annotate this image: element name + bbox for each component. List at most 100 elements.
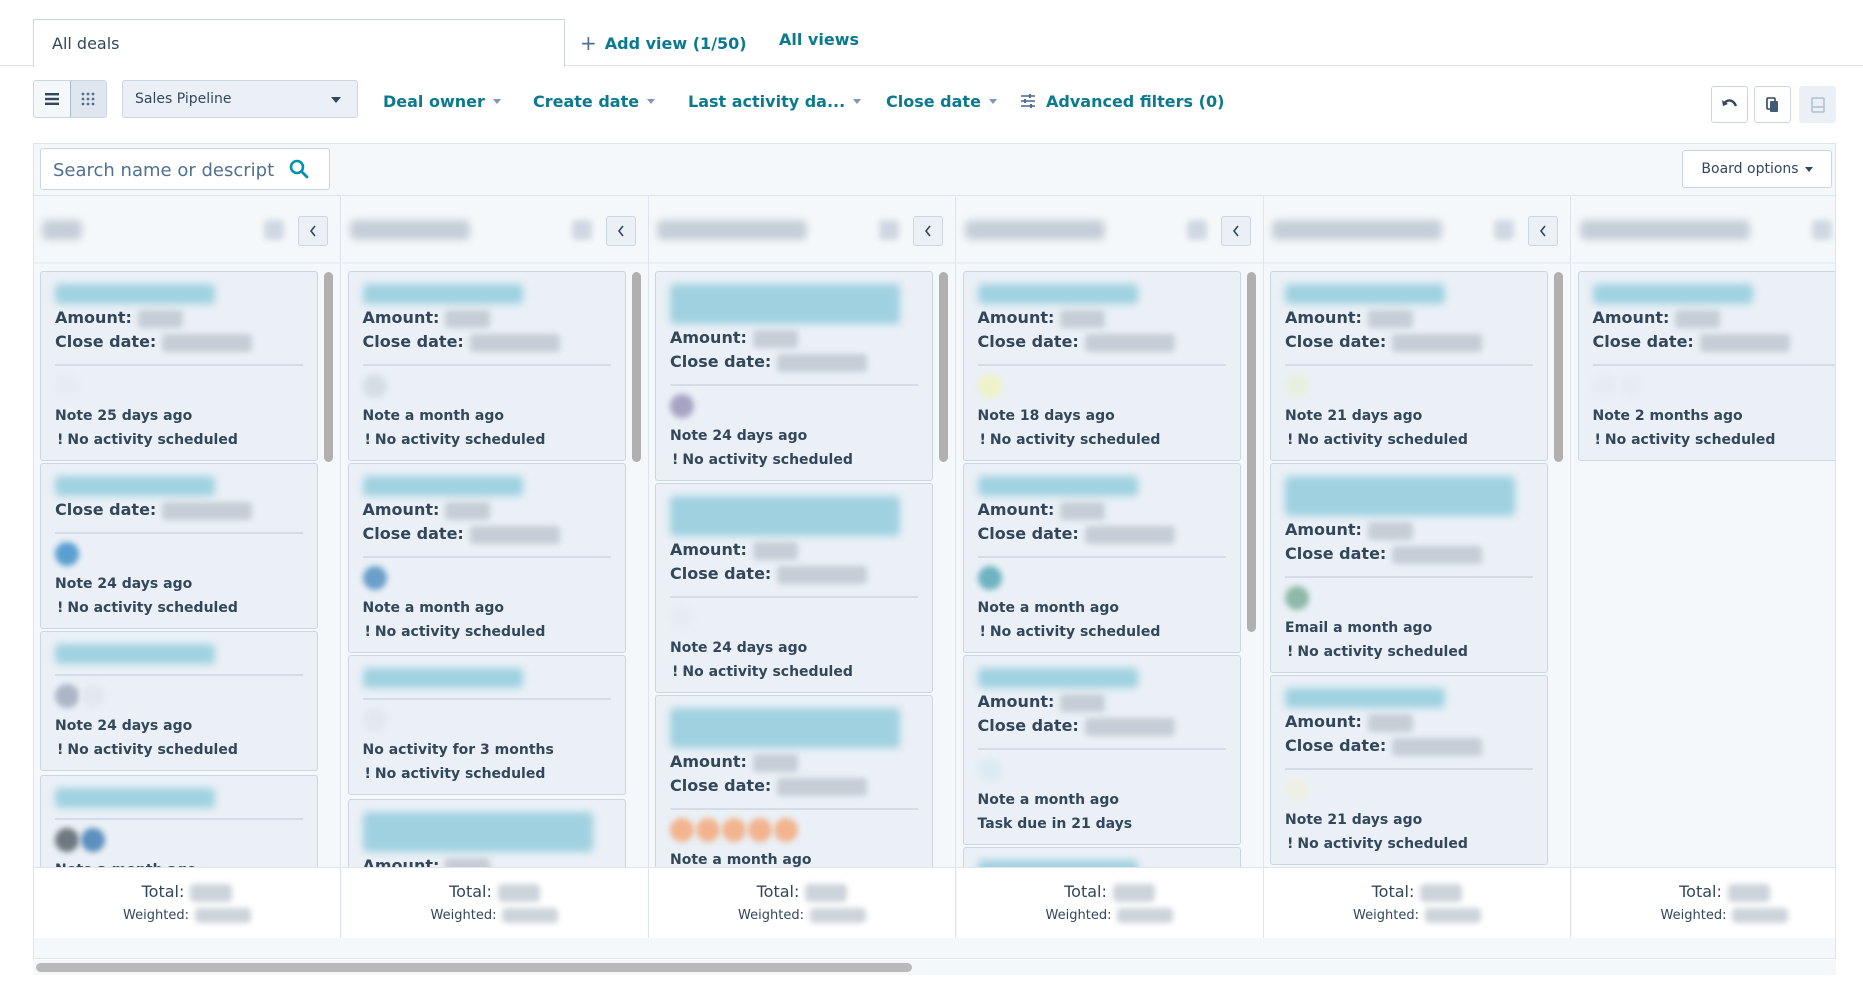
column-scrollbar[interactable] [939, 272, 948, 462]
amount-label: Amount: [670, 540, 747, 559]
avatar[interactable] [55, 828, 79, 852]
close-date-label: Close date: [55, 500, 157, 519]
tab-all-deals[interactable]: All deals [33, 19, 565, 67]
avatar[interactable] [1285, 586, 1309, 610]
board-view-button[interactable] [69, 81, 106, 117]
deal-name-link[interactable] [362, 284, 523, 304]
deal-name-link[interactable] [977, 476, 1138, 496]
deal-card[interactable]: Amount: Close date: Note 21 days ago ! No ac… [1270, 271, 1548, 461]
deal-card[interactable]: Amount: Close date: Note 24 days ago ! No ac… [655, 271, 933, 481]
save-button[interactable] [1799, 86, 1836, 123]
avatar[interactable] [670, 394, 694, 418]
deal-card[interactable]: Close date: Note 24 days ago ! No activity … [40, 463, 318, 629]
collapse-column-button[interactable] [605, 216, 636, 246]
pipeline-select[interactable]: Sales Pipeline [122, 80, 358, 118]
deal-name-link[interactable] [55, 788, 215, 808]
filter-create-date[interactable]: Create date [533, 92, 656, 111]
avatar[interactable] [362, 374, 387, 398]
amount-row: Amount: [363, 306, 611, 330]
deal-name-link[interactable] [1592, 284, 1753, 304]
deal-name-link[interactable] [977, 284, 1138, 304]
collapse-column-button[interactable] [1220, 216, 1251, 246]
deal-card[interactable]: Amount: Close date: Note 24 days ago ! No ac… [655, 483, 933, 693]
column-scrollbar[interactable] [1246, 272, 1256, 632]
avatar[interactable] [362, 708, 387, 732]
deal-card[interactable]: Note 24 days ago ! No activity scheduled [40, 631, 318, 771]
view-tabs: All deals + Add view (1/50) All views [0, 0, 1863, 67]
avatar[interactable] [55, 684, 79, 708]
deal-card[interactable]: Amount: Close date: Note a month ago !No ac… [347, 271, 626, 461]
list-view-button[interactable] [34, 81, 70, 117]
column-scrollbar[interactable] [631, 272, 641, 462]
avatar[interactable] [1592, 374, 1617, 398]
deal-card[interactable]: Amount: Close date: Note a month ago !No ac… [962, 463, 1241, 653]
filter-last-activity-date[interactable]: Last activity da... [688, 92, 862, 111]
advanced-filters-button[interactable]: Advanced filters (0) [1020, 92, 1224, 111]
deal-name-link[interactable] [55, 284, 215, 304]
deal-name-link[interactable] [1285, 476, 1515, 516]
associated-avatars [362, 566, 611, 592]
avatar[interactable] [696, 818, 720, 842]
deal-name-link[interactable] [1285, 284, 1445, 304]
avatar[interactable] [977, 374, 1002, 398]
deal-card[interactable]: Amount: Close date: Note 2 months ago ! No a… [1577, 271, 1835, 461]
deal-name-link[interactable] [362, 812, 593, 852]
avatar[interactable] [670, 606, 694, 630]
avatar[interactable] [81, 684, 105, 708]
avatar[interactable] [748, 818, 772, 842]
deal-name-link[interactable] [670, 708, 900, 748]
deal-card[interactable]: Amount: Close date: Note a month ago !No ac… [347, 463, 626, 653]
deal-card[interactable]: Amount: Close date: Note a month ago Task d… [962, 655, 1241, 845]
plus-icon: + [580, 31, 597, 55]
board-options-button[interactable]: Board options [1682, 150, 1832, 188]
deal-card[interactable]: Amount: Close date: Note 18 days ago ! No ac… [962, 271, 1241, 461]
deal-name-link[interactable] [670, 284, 900, 324]
avatar[interactable] [977, 758, 1002, 782]
deal-name-link[interactable] [1285, 688, 1445, 708]
deal-name-link[interactable] [977, 668, 1138, 688]
horizontal-scrollbar-thumb[interactable] [36, 963, 912, 972]
deal-name-link[interactable] [55, 644, 215, 664]
column-scrollbar[interactable] [1554, 272, 1563, 462]
collapse-column-button[interactable] [298, 216, 328, 246]
deal-card[interactable]: Amount: Close date: Note 21 days ago ! No ac… [1270, 675, 1548, 865]
total-value [497, 883, 540, 902]
avatar[interactable] [55, 374, 79, 398]
amount-label: Amount: [977, 692, 1055, 711]
collapse-column-button[interactable] [913, 216, 943, 246]
deal-name-link[interactable] [55, 476, 215, 496]
collapse-column-button[interactable] [1528, 216, 1558, 246]
avatar[interactable] [722, 818, 746, 842]
undo-button[interactable] [1711, 86, 1748, 123]
add-view-button[interactable]: + Add view (1/50) [580, 30, 747, 55]
column-scrollbar[interactable] [324, 272, 333, 462]
weighted-label: Weighted: [1353, 907, 1419, 923]
deal-card[interactable]: Amount: Close date: Note 25 days ago ! No ac… [40, 271, 318, 461]
avatar[interactable] [670, 818, 694, 842]
avatar[interactable] [774, 818, 798, 842]
deal-name-link[interactable] [670, 496, 900, 536]
avatar[interactable] [1285, 374, 1309, 398]
filter-label: Deal owner [383, 92, 485, 111]
caret-down-icon [331, 97, 341, 103]
all-views-link[interactable]: All views [779, 30, 859, 49]
filter-close-date[interactable]: Close date [886, 92, 997, 111]
last-activity: Note 24 days ago [55, 576, 193, 592]
deal-card[interactable]: No activity for 3 months ! No activity sch… [347, 655, 626, 795]
avatar[interactable] [1618, 374, 1643, 398]
card-divider [55, 674, 303, 676]
avatar[interactable] [1285, 778, 1309, 802]
deal-name-link[interactable] [362, 668, 523, 688]
avatar[interactable] [977, 566, 1002, 590]
avatar[interactable] [55, 542, 79, 566]
close-date-label: Close date: [362, 524, 464, 543]
avatar[interactable] [362, 566, 387, 590]
deal-card[interactable]: Amount: Close date: Email a month ago ! No a… [1270, 463, 1548, 673]
next-activity: !No activity scheduled [364, 624, 546, 640]
clone-button[interactable] [1754, 86, 1791, 123]
deal-name-link[interactable] [362, 476, 523, 496]
weighted-label: Weighted: [123, 907, 189, 923]
search-input[interactable]: Search name or descript [40, 148, 330, 190]
filter-deal-owner[interactable]: Deal owner [383, 92, 501, 111]
avatar[interactable] [81, 828, 105, 852]
